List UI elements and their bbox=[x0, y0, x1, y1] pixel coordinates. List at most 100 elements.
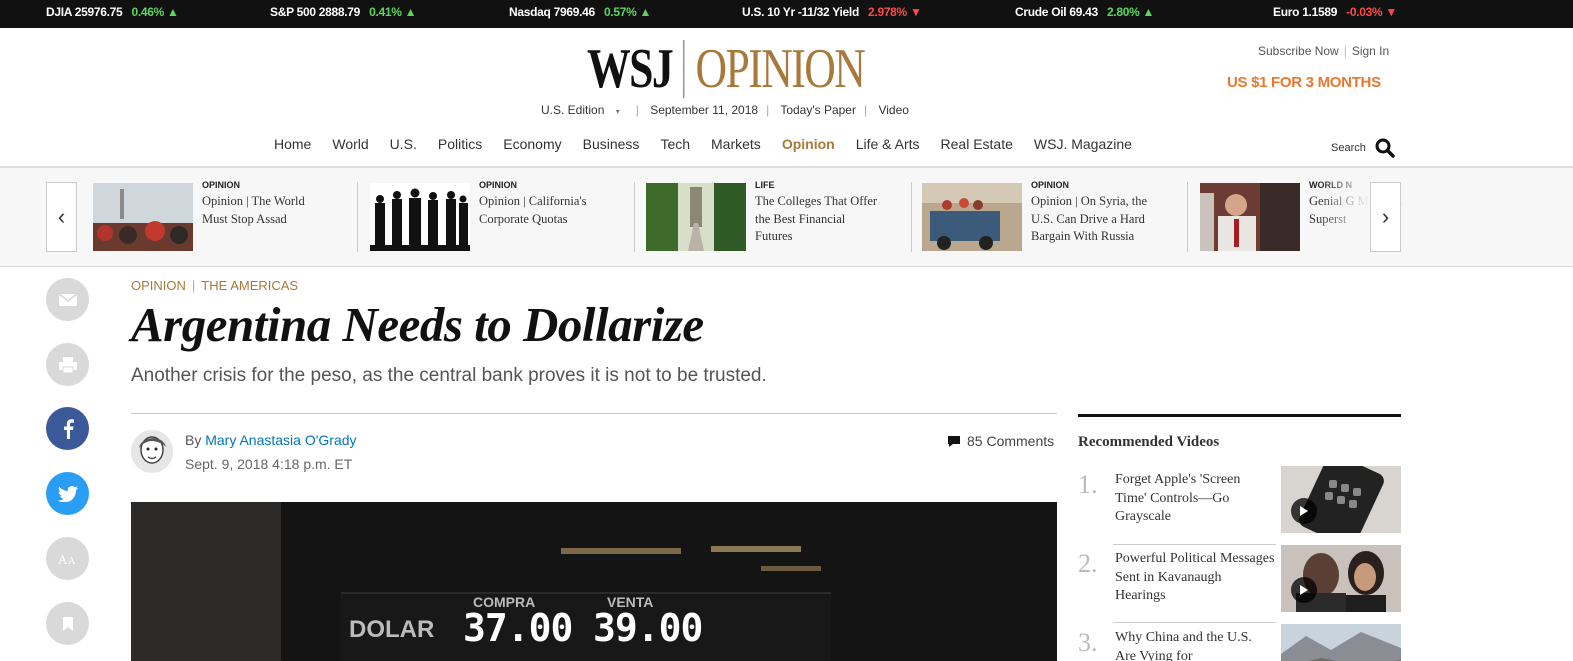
play-button[interactable] bbox=[1291, 498, 1317, 524]
todays-paper-link[interactable]: Today's Paper bbox=[780, 103, 856, 117]
nav-opinion[interactable]: Opinion bbox=[782, 136, 835, 152]
play-icon bbox=[1300, 585, 1308, 595]
ticker-change: 0.46% bbox=[131, 5, 164, 19]
recommended-video[interactable]: 3. Why China and the U.S. Are Vying for bbox=[1078, 624, 1401, 661]
carousel-kicker: LIFE bbox=[755, 180, 775, 190]
video-rank: 1. bbox=[1078, 470, 1098, 499]
chevron-right-icon: › bbox=[1381, 204, 1390, 229]
nav-life-arts[interactable]: Life & Arts bbox=[856, 136, 920, 152]
divider: | bbox=[191, 278, 196, 293]
ticker-item[interactable]: S&P 500 2888.79 0.41% ▲ bbox=[270, 0, 417, 28]
email-share-button[interactable] bbox=[46, 278, 89, 321]
subscription-promo[interactable]: US $1 FOR 3 MONTHS bbox=[1227, 74, 1381, 91]
logo-wsj: WSJ bbox=[587, 38, 674, 100]
svg-text:A: A bbox=[68, 556, 76, 566]
text-size-icon: AA bbox=[58, 552, 76, 566]
comments-link[interactable]: 85 Comments bbox=[947, 433, 1054, 449]
sidebar-top-rule bbox=[1078, 414, 1401, 417]
ticker-item[interactable]: Crude Oil 69.43 2.80% ▲ bbox=[1015, 0, 1154, 28]
byline: By Mary Anastasia O'Grady bbox=[185, 432, 357, 448]
carousel-thumbnail bbox=[646, 183, 746, 251]
ticker-value: 25976.75 bbox=[74, 5, 123, 19]
ticker-change: 2.80% bbox=[1106, 5, 1140, 19]
ticker-value: 2888.79 bbox=[318, 5, 361, 19]
carousel-thumbnail bbox=[93, 183, 193, 251]
up-arrow-icon: ▲ bbox=[1142, 5, 1155, 19]
divider: | bbox=[863, 103, 868, 117]
ceiling-lights bbox=[561, 546, 821, 571]
divider bbox=[1187, 182, 1188, 252]
carousel-headline: Opinion | The World Must Stop Assad bbox=[202, 194, 305, 226]
author-link[interactable]: Mary Anastasia O'Grady bbox=[205, 432, 356, 448]
sell-rate: 39.00 bbox=[593, 606, 703, 650]
nav-markets[interactable]: Markets bbox=[711, 136, 761, 152]
video-link[interactable]: Video bbox=[878, 103, 908, 117]
ticker-item[interactable]: DJIA 25976.75 0.46% ▲ bbox=[46, 0, 179, 28]
text-size-button[interactable]: AA bbox=[46, 537, 89, 580]
ticker-item[interactable]: U.S. 10 Yr -11/32 Yield 2.978% ▼ bbox=[742, 0, 922, 28]
ticker-item[interactable]: Nasdaq 7969.46 0.57% ▲ bbox=[509, 0, 651, 28]
nav-wsj-magazine[interactable]: WSJ. Magazine bbox=[1034, 136, 1132, 152]
nav-home[interactable]: Home bbox=[274, 136, 311, 152]
article-timestamp: Sept. 9, 2018 4:18 p.m. ET bbox=[185, 456, 353, 472]
article-dek: Another crisis for the peso, as the cent… bbox=[131, 365, 767, 386]
main-nav: Home World U.S. Politics Economy Busines… bbox=[274, 136, 1153, 152]
logo-section: OPINION bbox=[695, 38, 866, 100]
carousel-next-button[interactable]: › bbox=[1370, 182, 1401, 252]
exchange-rate-board: COMPRA VENTA DOLAR 37.00 39.00 bbox=[341, 592, 831, 661]
ticker-name: S&P 500 bbox=[270, 5, 316, 19]
edition-selector[interactable]: U.S. Edition ▾ bbox=[541, 103, 628, 117]
video-title: Why China and the U.S. Are Vying for bbox=[1115, 630, 1252, 661]
save-article-button[interactable] bbox=[46, 602, 89, 645]
divider: | bbox=[1343, 44, 1347, 58]
print-button[interactable] bbox=[46, 343, 89, 386]
ticker-value: 7969.46 bbox=[553, 5, 596, 19]
svg-text:A: A bbox=[58, 552, 68, 566]
ticker-value: -11/32 Yield bbox=[797, 5, 859, 19]
comment-bubble-icon bbox=[948, 435, 960, 447]
bookmark-icon bbox=[62, 616, 73, 631]
recommended-video[interactable]: 2. Powerful Political Messages Sent in K… bbox=[1078, 545, 1401, 615]
play-icon bbox=[1300, 506, 1308, 516]
author-avatar[interactable] bbox=[131, 430, 173, 473]
divider: | bbox=[635, 103, 639, 117]
twitter-share-button[interactable] bbox=[46, 472, 89, 515]
facebook-icon bbox=[63, 418, 74, 439]
nav-economy[interactable]: Economy bbox=[503, 136, 561, 152]
currency-label: DOLAR bbox=[349, 616, 435, 643]
divider bbox=[1113, 622, 1276, 623]
wsj-opinion-logo[interactable]: WSJ OPINION bbox=[587, 38, 866, 100]
ticker-name: Crude Oil bbox=[1015, 5, 1067, 19]
carousel-thumbnail bbox=[922, 183, 1022, 251]
account-links: Subscribe Now | Sign In bbox=[1258, 44, 1389, 58]
breadcrumb-section[interactable]: OPINION bbox=[131, 278, 186, 293]
subscribe-link[interactable]: Subscribe Now bbox=[1258, 44, 1339, 58]
signin-link[interactable]: Sign In bbox=[1352, 44, 1389, 58]
hero-wall bbox=[131, 502, 281, 661]
video-title: Forget Apple's 'Screen Time' Controls—Go… bbox=[1115, 472, 1241, 524]
carousel-prev-button[interactable]: ‹ bbox=[46, 182, 77, 252]
video-thumbnail bbox=[1281, 545, 1401, 612]
article-headline: Argentina Needs to Dollarize bbox=[131, 297, 704, 352]
current-date: September 11, 2018 bbox=[650, 103, 759, 117]
recommended-video[interactable]: 1. Forget Apple's 'Screen Time' Controls… bbox=[1078, 466, 1401, 536]
article-hero-image: COMPRA VENTA DOLAR 37.00 39.00 bbox=[131, 502, 1057, 661]
ticker-value: 69.43 bbox=[1069, 5, 1098, 19]
edition-bar: U.S. Edition ▾ | September 11, 2018 | Toda… bbox=[541, 103, 917, 117]
nav-real-estate[interactable]: Real Estate bbox=[941, 136, 1013, 152]
play-button[interactable] bbox=[1291, 577, 1317, 603]
nav-world[interactable]: World bbox=[332, 136, 368, 152]
nav-politics[interactable]: Politics bbox=[438, 136, 482, 152]
nav-business[interactable]: Business bbox=[583, 136, 640, 152]
ticker-item[interactable]: Euro 1.1589 -0.03% ▼ bbox=[1273, 0, 1397, 28]
recommended-videos-title: Recommended Videos bbox=[1078, 434, 1220, 450]
search-button[interactable]: Search bbox=[1331, 138, 1395, 158]
facebook-share-button[interactable] bbox=[46, 407, 89, 450]
edition-label: U.S. Edition bbox=[541, 103, 605, 117]
search-label: Search bbox=[1331, 142, 1366, 154]
nav-us[interactable]: U.S. bbox=[390, 136, 417, 152]
carousel-kicker: OPINION bbox=[479, 180, 518, 190]
nav-tech[interactable]: Tech bbox=[660, 136, 690, 152]
breadcrumb-subsection[interactable]: THE AMERICAS bbox=[201, 278, 298, 293]
video-thumbnail bbox=[1281, 624, 1401, 661]
